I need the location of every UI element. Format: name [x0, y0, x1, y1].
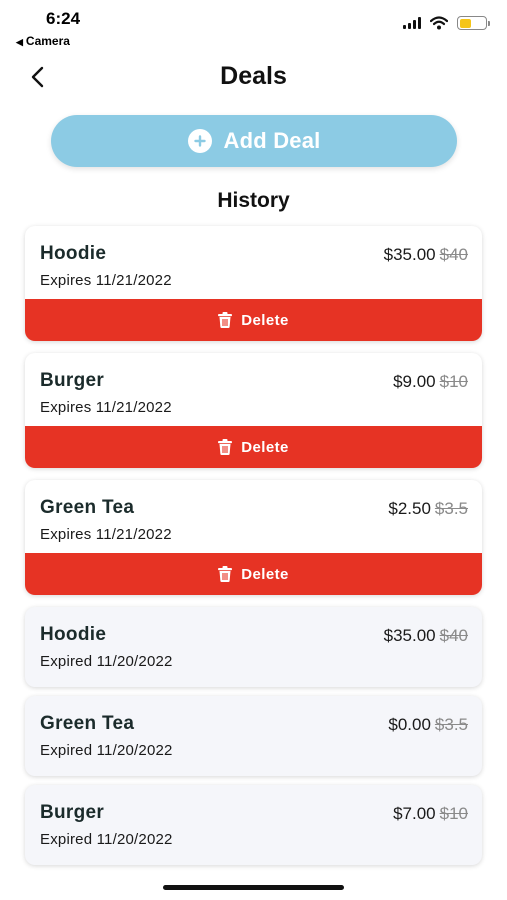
- status-icons: [403, 16, 490, 30]
- deal-expiry: Expires 11/21/2022: [40, 272, 172, 289]
- delete-button[interactable]: Delete: [25, 299, 482, 341]
- deal-name: Hoodie: [40, 624, 107, 645]
- deal-original-price: $10: [439, 372, 468, 391]
- deal-price: $2.50 $3.5: [388, 499, 468, 519]
- deal-card-expired[interactable]: Hoodie Expired 11/20/2022 $35.00 $40: [25, 607, 482, 687]
- deal-sale-price: $7.00: [393, 804, 436, 823]
- back-to-app-link[interactable]: ◀ Camera: [16, 34, 70, 48]
- page-title: Deals: [220, 62, 287, 90]
- deal-name: Burger: [40, 370, 105, 391]
- delete-label: Delete: [241, 438, 289, 456]
- deal-info[interactable]: Burger Expires 11/21/2022 $9.00 $10: [25, 353, 482, 426]
- status-time: 6:24: [46, 9, 81, 28]
- deal-expiry: Expires 11/21/2022: [40, 399, 172, 416]
- battery-icon: [457, 16, 490, 30]
- home-indicator[interactable]: [163, 885, 344, 890]
- wifi-icon: [430, 16, 448, 30]
- deal-price: $9.00 $10: [393, 372, 468, 392]
- deal-name: Green Tea: [40, 713, 135, 734]
- deal-card: Hoodie Expires 11/21/2022 $35.00 $40 Dele…: [25, 226, 482, 341]
- history-heading: History: [217, 189, 290, 212]
- deal-name: Hoodie: [40, 243, 107, 264]
- deal-price: $35.00 $40: [384, 245, 468, 265]
- deal-history-list: Hoodie Expires 11/21/2022 $35.00 $40 Dele…: [25, 226, 482, 874]
- trash-icon: [218, 439, 233, 455]
- trash-icon: [218, 312, 233, 328]
- deal-price: $35.00 $40: [384, 626, 468, 646]
- status-bar: 6:24 ◀ Camera: [0, 0, 507, 52]
- delete-label: Delete: [241, 311, 289, 329]
- deal-name: Burger: [40, 802, 105, 823]
- back-triangle-icon: ◀: [16, 37, 23, 47]
- deal-sale-price: $2.50: [388, 499, 431, 518]
- plus-circle-icon: [187, 129, 212, 153]
- deal-sale-price: $35.00: [383, 245, 436, 264]
- deal-expiry: Expired 11/20/2022: [40, 742, 173, 759]
- deal-sale-price: $35.00: [383, 626, 436, 645]
- deal-info: Burger Expired 11/20/2022 $7.00 $10: [25, 785, 482, 865]
- deal-card-expired[interactable]: Burger Expired 11/20/2022 $7.00 $10: [25, 785, 482, 865]
- delete-button[interactable]: Delete: [25, 553, 482, 595]
- deal-sale-price: $0.00: [388, 715, 431, 734]
- deal-expiry: Expired 11/20/2022: [40, 831, 173, 848]
- back-app-label: Camera: [25, 34, 70, 48]
- deal-original-price: $40: [439, 245, 468, 264]
- deal-price: $7.00 $10: [393, 804, 468, 824]
- deal-expiry: Expires 11/21/2022: [40, 526, 172, 543]
- deal-original-price: $40: [439, 626, 468, 645]
- delete-button[interactable]: Delete: [25, 426, 482, 468]
- add-deal-label: Add Deal: [223, 128, 321, 153]
- deal-info: Green Tea Expired 11/20/2022 $0.00 $3.5: [25, 696, 482, 776]
- deal-info[interactable]: Hoodie Expires 11/21/2022 $35.00 $40: [25, 226, 482, 299]
- delete-label: Delete: [241, 565, 289, 583]
- deal-card: Burger Expires 11/21/2022 $9.00 $10 Delet…: [25, 353, 482, 468]
- add-deal-button[interactable]: Add Deal: [51, 115, 457, 167]
- deal-original-price: $10: [439, 804, 468, 823]
- deal-info[interactable]: Green Tea Expires 11/21/2022 $2.50 $3.5: [25, 480, 482, 553]
- deal-name: Green Tea: [40, 497, 135, 518]
- deal-card-expired[interactable]: Green Tea Expired 11/20/2022 $0.00 $3.5: [25, 696, 482, 776]
- deal-sale-price: $9.00: [393, 372, 436, 391]
- cellular-signal-icon: [403, 17, 421, 29]
- deal-price: $0.00 $3.5: [388, 715, 468, 735]
- deal-original-price: $3.5: [434, 499, 468, 518]
- deal-card: Green Tea Expires 11/21/2022 $2.50 $3.5 D…: [25, 480, 482, 595]
- nav-bar: Deals: [0, 56, 507, 100]
- deal-expiry: Expired 11/20/2022: [40, 653, 173, 670]
- deal-original-price: $3.5: [434, 715, 468, 734]
- trash-icon: [218, 566, 233, 582]
- deal-info: Hoodie Expired 11/20/2022 $35.00 $40: [25, 607, 482, 687]
